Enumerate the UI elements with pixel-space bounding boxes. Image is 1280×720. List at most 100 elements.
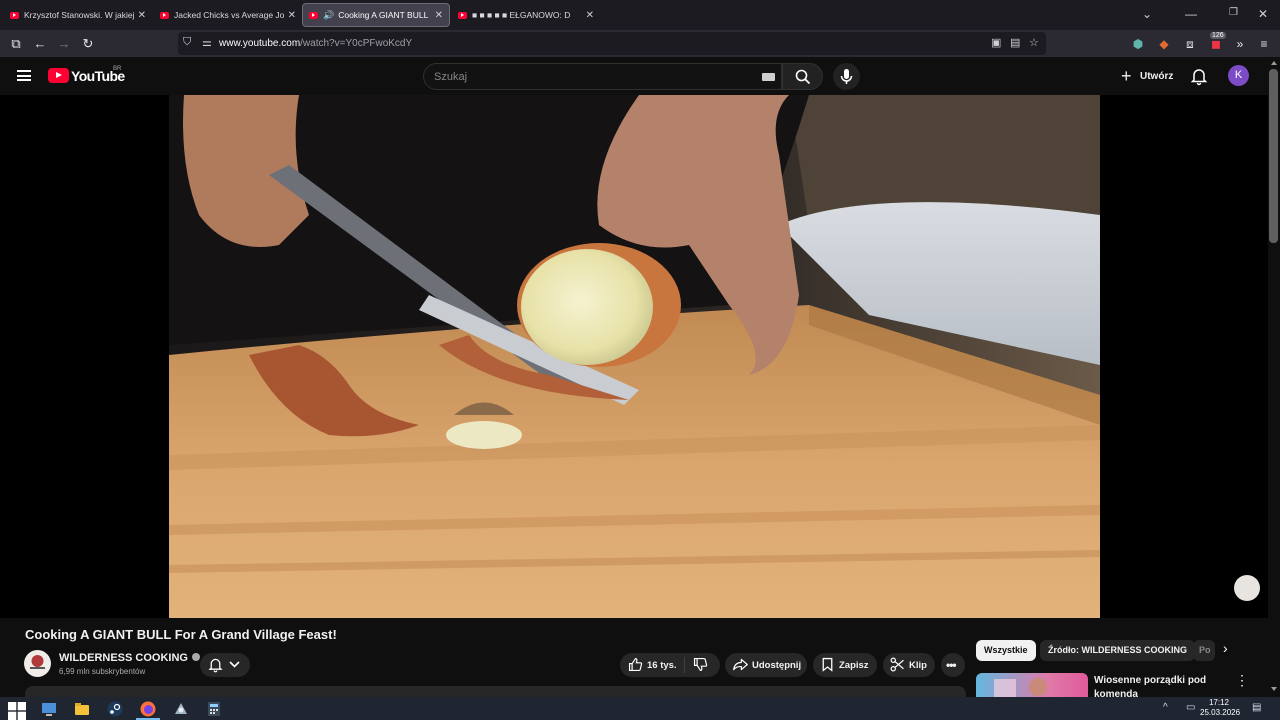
chip-source-channel[interactable]: Źródło: WILDERNESS COOKING	[1040, 640, 1195, 661]
hamburger-menu-icon[interactable]	[17, 70, 31, 81]
shield-icon[interactable]: ⛉	[183, 36, 191, 49]
extension-fox-icon[interactable]: ◆	[1154, 34, 1174, 54]
browser-tab-active[interactable]: 🔊 Cooking A GIANT BULL For ✕	[302, 3, 450, 27]
browser-tab[interactable]: Krzysztof Stanowski. W jakiej sy ✕	[4, 3, 152, 27]
search-input[interactable]: Szukaj	[434, 71, 467, 83]
scrollbar-thumb[interactable]	[1269, 69, 1278, 243]
video-frame[interactable]	[169, 95, 1100, 618]
recommended-video-thumbnail[interactable]	[976, 673, 1088, 697]
keyboard-icon[interactable]	[762, 73, 775, 81]
windows-taskbar: ^ ▭ 17:12 25.03.2026 ▤	[0, 697, 1280, 720]
reload-icon[interactable]: ↻	[78, 34, 98, 54]
description-box[interactable]	[25, 686, 966, 697]
page-scrollbar[interactable]	[1268, 57, 1280, 697]
forward-icon[interactable]: →	[54, 34, 74, 54]
taskbar-clock[interactable]: 17:12 25.03.2026	[1200, 698, 1241, 718]
url-text[interactable]: www.youtube.com/watch?v=Y0cPFwoKcdY	[219, 38, 412, 49]
restore-icon[interactable]: ❐	[1229, 7, 1238, 18]
youtube-logo-icon[interactable]	[48, 68, 69, 83]
clip-button[interactable]: Klip	[883, 653, 935, 677]
browser-tab[interactable]: ■ ■ ■ ■ ■ EŁGANOWO: D ✕	[452, 3, 600, 27]
windows-start-icon[interactable]	[8, 702, 26, 720]
new-tab-icon[interactable]: ⧉	[6, 34, 26, 54]
browser-tab-bar: Krzysztof Stanowski. W jakiej sy ✕ Jacke…	[0, 0, 1280, 30]
chips-next-arrow-icon[interactable]: ›	[1223, 640, 1228, 656]
close-tab-icon[interactable]: ✕	[288, 10, 296, 21]
tray-chevron-icon[interactable]: ^	[1163, 702, 1168, 713]
dislike-thumb-icon[interactable]	[692, 656, 709, 673]
subscriber-count: 6,99 mln subskrybentów	[59, 667, 146, 676]
close-tab-icon[interactable]: ✕	[586, 10, 594, 21]
video-title: Cooking A GIANT BULL For A Grand Village…	[25, 627, 337, 642]
extension-shield-icon[interactable]: ⬢	[1128, 34, 1148, 54]
search-button[interactable]	[782, 63, 823, 90]
channel-watermark-icon[interactable]	[1234, 575, 1260, 601]
like-count[interactable]: 16 tys.	[647, 660, 677, 671]
account-avatar[interactable]: K	[1228, 65, 1249, 86]
explorer-icon[interactable]	[40, 700, 58, 718]
video-player[interactable]	[0, 95, 1268, 618]
tab-list-icon[interactable]: ⌄	[1142, 7, 1152, 21]
channel-logo-icon	[30, 655, 45, 669]
reader-icon[interactable]: ▤	[1010, 36, 1020, 49]
save-button[interactable]: Zapisz	[813, 653, 877, 677]
extension-badge: 126	[1210, 32, 1226, 39]
channel-avatar[interactable]	[24, 650, 51, 677]
back-icon[interactable]: ←	[30, 34, 50, 54]
share-arrow-icon	[733, 658, 748, 671]
close-tab-icon[interactable]: ✕	[138, 10, 146, 21]
tab-title: Krzysztof Stanowski. W jakiej sy	[24, 10, 134, 20]
search-icon	[795, 69, 810, 85]
speaker-icon[interactable]: 🔊	[323, 10, 334, 21]
browser-tab[interactable]: Jacked Chicks vs Average Joes | ✕	[154, 3, 302, 27]
scroll-down-arrow-icon[interactable]	[1271, 687, 1277, 691]
chip-partial[interactable]: Po	[1193, 640, 1215, 661]
create-button[interactable]: + Utwórz	[1114, 63, 1178, 90]
divider	[684, 657, 685, 673]
overflow-icon[interactable]: »	[1230, 34, 1250, 54]
clock-time: 17:12	[1208, 698, 1230, 707]
extensions-icon[interactable]: ⧈	[1180, 34, 1200, 54]
steam-icon[interactable]	[106, 700, 124, 718]
browser-nav-bar: ⧉ ← → ↻ ⛉ ⚌ www.youtube.com/watch?v=Y0cP…	[0, 30, 1280, 57]
verified-check-icon	[191, 653, 200, 661]
network-icon[interactable]: ▭	[1186, 702, 1195, 713]
voice-search-button[interactable]	[833, 63, 860, 90]
youtube-favicon-icon	[160, 11, 169, 19]
subscription-notifications-button[interactable]	[200, 653, 250, 677]
calculator-icon[interactable]	[205, 700, 223, 718]
pip-icon[interactable]: ▣	[991, 36, 1001, 49]
notification-center-icon[interactable]: ▤	[1252, 702, 1261, 713]
share-button[interactable]: Udostępnij	[725, 653, 807, 677]
bookmark-star-icon[interactable]: ☆	[1029, 36, 1039, 49]
minimize-icon[interactable]: —	[1185, 7, 1197, 21]
bookmark-icon	[822, 657, 833, 672]
more-actions-button[interactable]: •••	[941, 653, 965, 677]
files-icon[interactable]	[73, 700, 91, 718]
scroll-up-arrow-icon[interactable]	[1271, 61, 1277, 65]
chevron-down-icon	[229, 661, 240, 668]
channel-name[interactable]: WILDERNESS COOKING	[59, 652, 188, 664]
notifications-bell-icon[interactable]	[1189, 66, 1209, 86]
close-tab-icon[interactable]: ✕	[435, 10, 443, 21]
like-thumb-icon[interactable]	[627, 656, 644, 673]
channel-name-row[interactable]: WILDERNESS COOKING	[59, 652, 200, 664]
close-icon[interactable]: ✕	[1258, 7, 1268, 21]
search-box[interactable]: Szukaj	[423, 63, 782, 90]
share-label: Udostępnij	[752, 660, 802, 671]
url-path: /watch?v=Y0cPFwoKcdY	[300, 38, 413, 49]
youtube-favicon-icon	[458, 11, 467, 19]
firefox-icon[interactable]	[139, 700, 157, 718]
url-bar[interactable]: ⛉ ⚌ www.youtube.com/watch?v=Y0cPFwoKcdY …	[178, 32, 1046, 55]
app-icon[interactable]	[172, 700, 190, 718]
clock-date: 25.03.2026	[1200, 708, 1241, 717]
more-horizontal-icon: •••	[946, 658, 957, 672]
youtube-favicon-icon	[10, 11, 19, 19]
menu-icon[interactable]: ≡	[1254, 34, 1274, 54]
chip-all[interactable]: Wszystkie	[976, 640, 1036, 661]
url-domain: www.youtube.com	[219, 38, 301, 49]
video-still-onion-cutting	[169, 95, 1100, 618]
scissors-icon	[890, 657, 904, 672]
recommended-more-icon[interactable]: ⋮	[1235, 672, 1249, 689]
permissions-icon[interactable]: ⚌	[202, 36, 212, 49]
